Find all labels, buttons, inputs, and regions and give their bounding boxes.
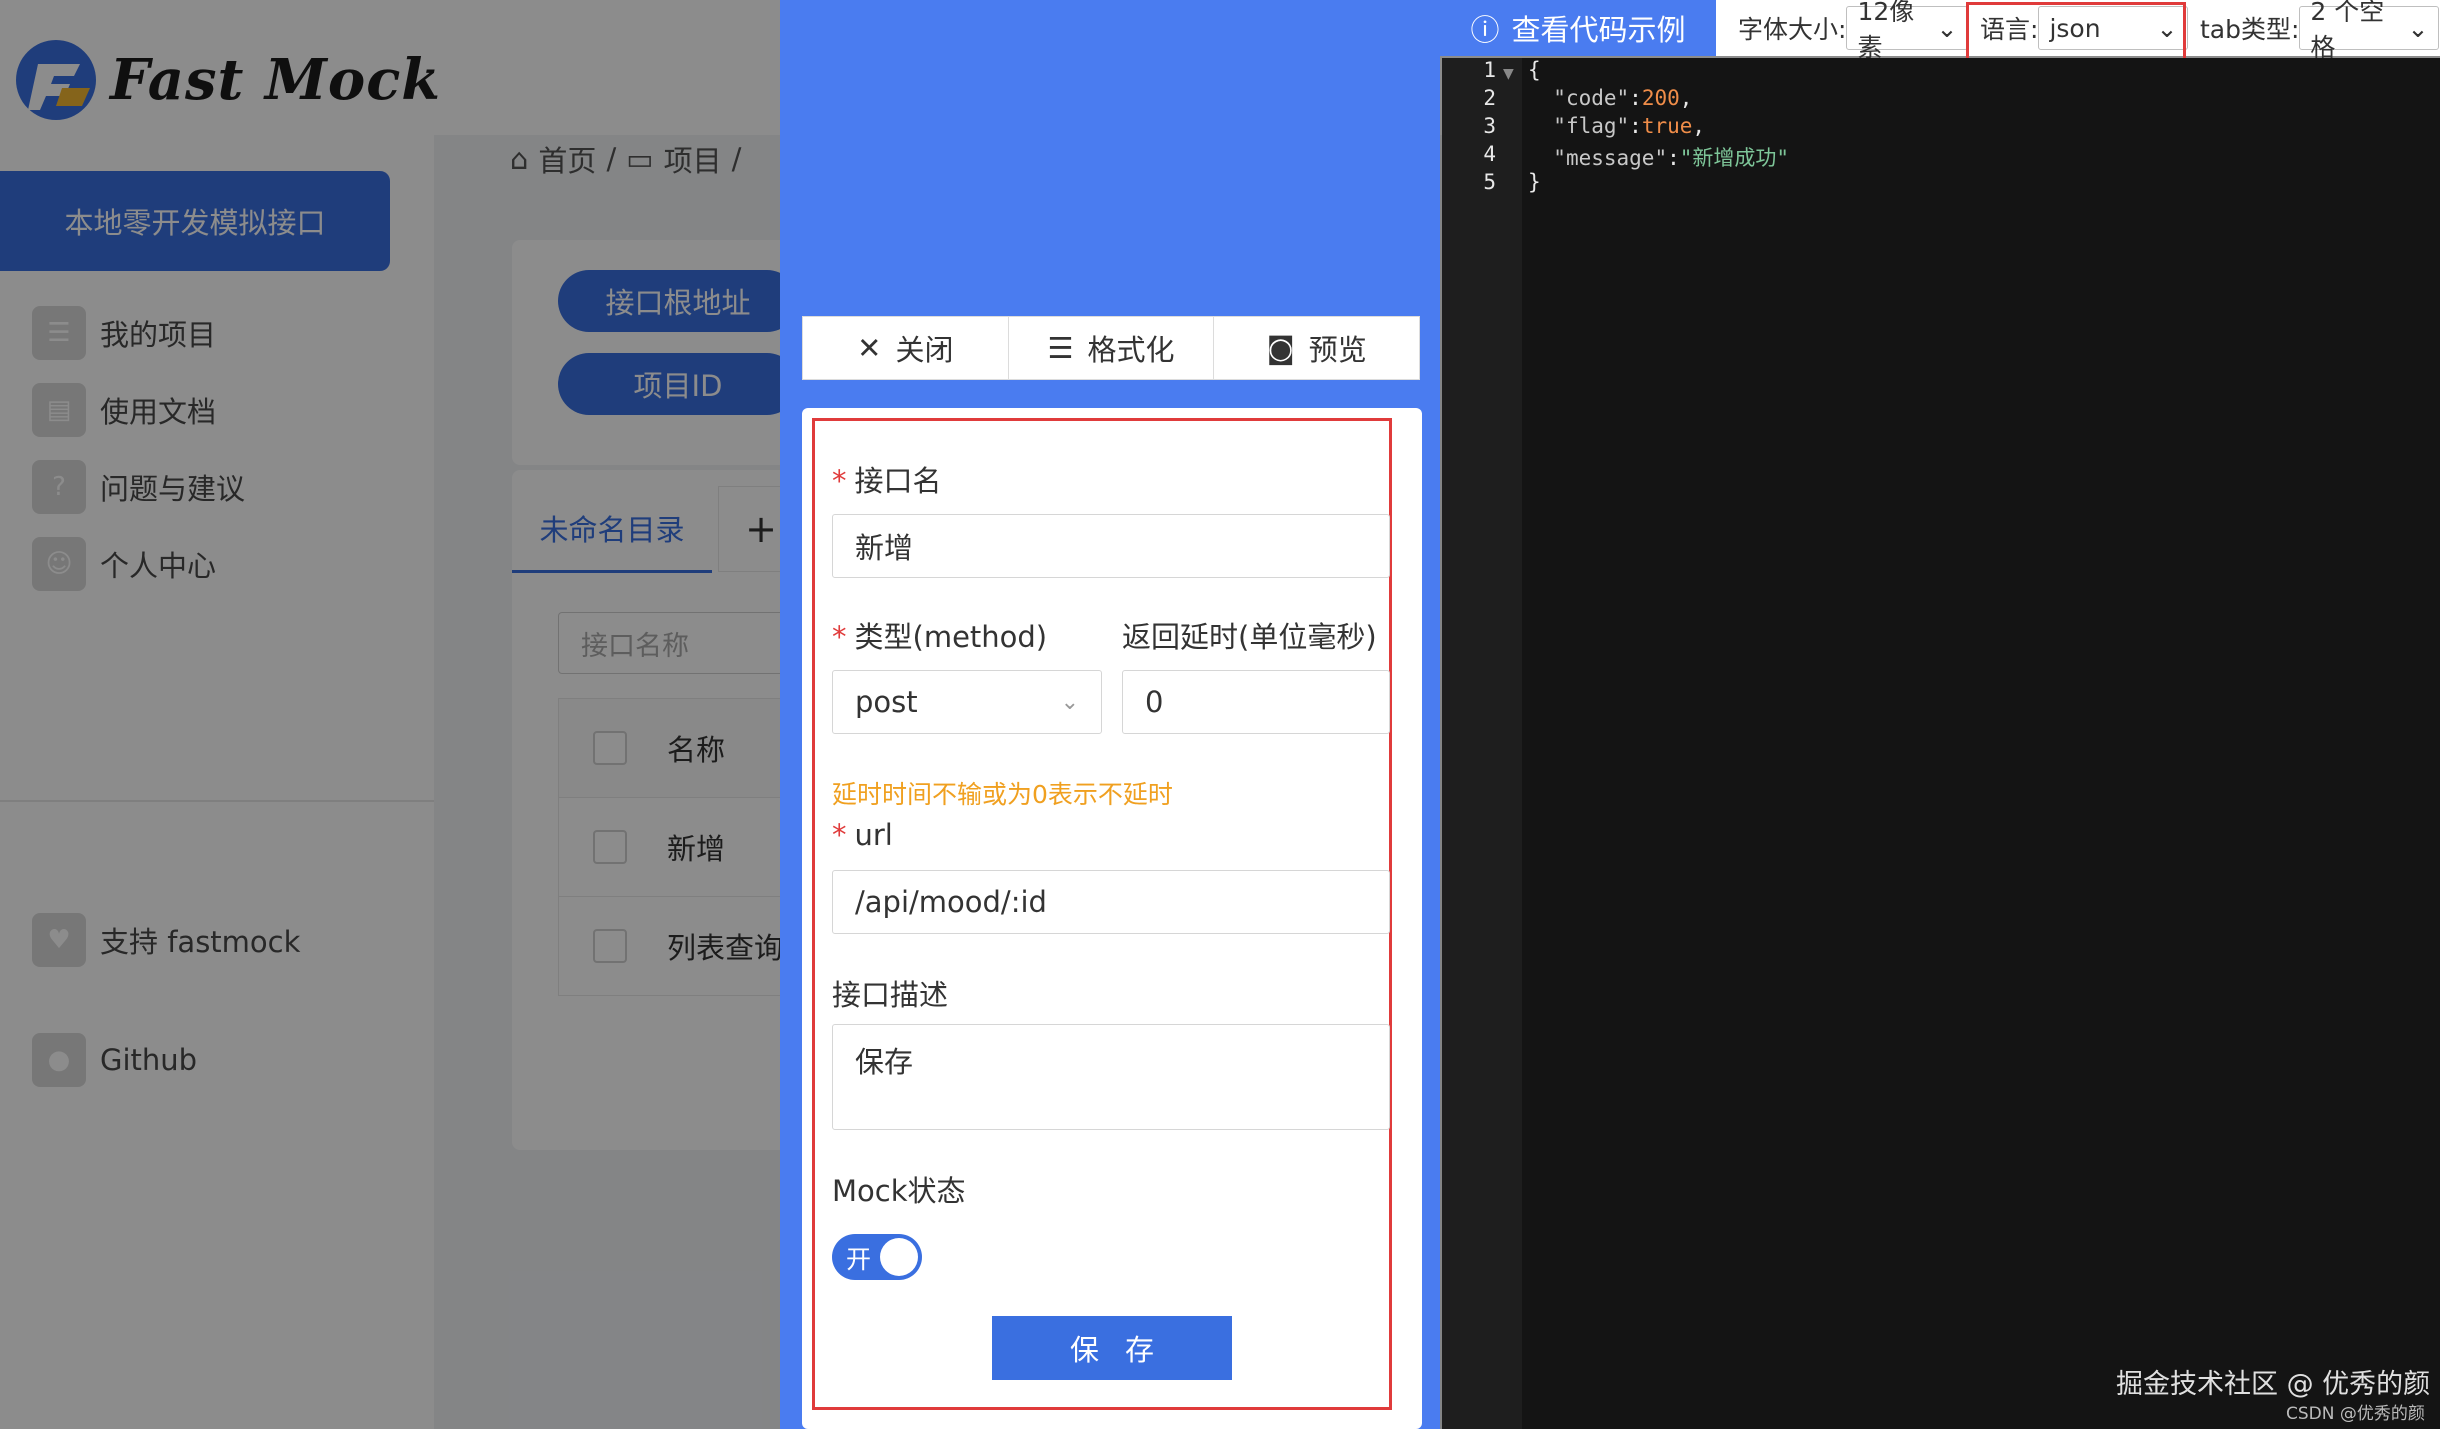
- required-mark: *: [832, 818, 847, 852]
- font-size-control: 字体大小: 12像素 ⌄: [1738, 0, 1969, 62]
- drawer-toolbar: ✕ 关闭 ☰ 格式化 ◙ 预览: [802, 316, 1420, 380]
- mock-status-toggle[interactable]: 开: [832, 1234, 922, 1280]
- url-input[interactable]: /api/mood/:id: [832, 870, 1390, 934]
- delay-hint: 延时时间不输或为0表示不延时: [832, 780, 1173, 809]
- tab-type-label: tab类型:: [2200, 15, 2300, 44]
- code-example-title-label: 查看代码示例: [1511, 13, 1686, 47]
- code-editor[interactable]: [1442, 58, 2440, 1429]
- toggle-knob: [880, 1238, 918, 1276]
- code-example-title[interactable]: ⓘ 查看代码示例: [1440, 0, 1716, 56]
- line-number: 1: [1483, 58, 1496, 82]
- method-select[interactable]: post ⌄: [832, 670, 1102, 734]
- line-number: 4: [1483, 142, 1496, 166]
- format-button-label: 格式化: [1087, 333, 1175, 367]
- code-gutter: [1442, 58, 1522, 1429]
- code-line-5: }: [1528, 170, 1541, 194]
- font-size-label: 字体大小:: [1738, 15, 1847, 44]
- camera-icon: ◙: [1266, 331, 1295, 365]
- delay-label: 返回延时(单位毫秒): [1122, 620, 1377, 654]
- format-button[interactable]: ☰ 格式化: [1009, 317, 1215, 379]
- font-size-select[interactable]: 12像素 ⌄: [1846, 0, 1969, 62]
- watermark-small: CSDN @优秀的颜: [2286, 1404, 2425, 1424]
- help-circle-icon: ⓘ: [1470, 13, 1500, 47]
- mock-status-label: Mock状态: [832, 1174, 966, 1208]
- tab-type-value: 2 个空格: [2310, 0, 2385, 62]
- font-size-value: 12像素: [1857, 0, 1915, 62]
- required-mark: *: [832, 464, 847, 498]
- tab-type-control: tab类型: 2 个空格 ⌄: [2200, 0, 2440, 62]
- chevron-down-icon: ⌄: [1060, 689, 1079, 715]
- description-textarea[interactable]: 保存: [832, 1024, 1390, 1130]
- close-button-label: 关闭: [895, 333, 954, 367]
- close-icon: ✕: [857, 331, 882, 365]
- method-label: * 类型(method): [832, 620, 1048, 654]
- chevron-down-icon: ⌄: [1936, 13, 1958, 43]
- code-line-2: "code":200,: [1553, 86, 1693, 110]
- toggle-on-text: 开: [846, 1245, 872, 1274]
- fold-arrow-icon[interactable]: ▼: [1503, 66, 1514, 82]
- close-button[interactable]: ✕ 关闭: [803, 317, 1009, 379]
- line-number: 2: [1483, 86, 1496, 110]
- description-label: 接口描述: [832, 978, 949, 1012]
- indent-icon: ☰: [1047, 331, 1074, 365]
- code-line-1: {: [1528, 58, 1541, 82]
- code-line-4: "message":"新增成功": [1553, 146, 1790, 170]
- tab-type-select[interactable]: 2 个空格 ⌄: [2299, 0, 2440, 62]
- preview-button[interactable]: ◙ 预览: [1214, 317, 1419, 379]
- code-line-3: "flag":true,: [1553, 114, 1706, 138]
- url-label: * url: [832, 818, 893, 852]
- required-mark: *: [832, 620, 847, 654]
- method-value: post: [855, 685, 918, 719]
- preview-button-label: 预览: [1308, 333, 1367, 367]
- delay-input[interactable]: 0: [1122, 670, 1390, 734]
- api-name-input[interactable]: 新增: [832, 514, 1390, 578]
- line-number: 3: [1483, 114, 1496, 138]
- api-name-label: * 接口名: [832, 464, 942, 498]
- chevron-down-icon: ⌄: [2407, 13, 2429, 43]
- save-button[interactable]: 保存: [992, 1316, 1232, 1380]
- line-number: 5: [1483, 170, 1496, 194]
- watermark: 掘金技术社区 @ 优秀的颜: [2116, 1369, 2431, 1400]
